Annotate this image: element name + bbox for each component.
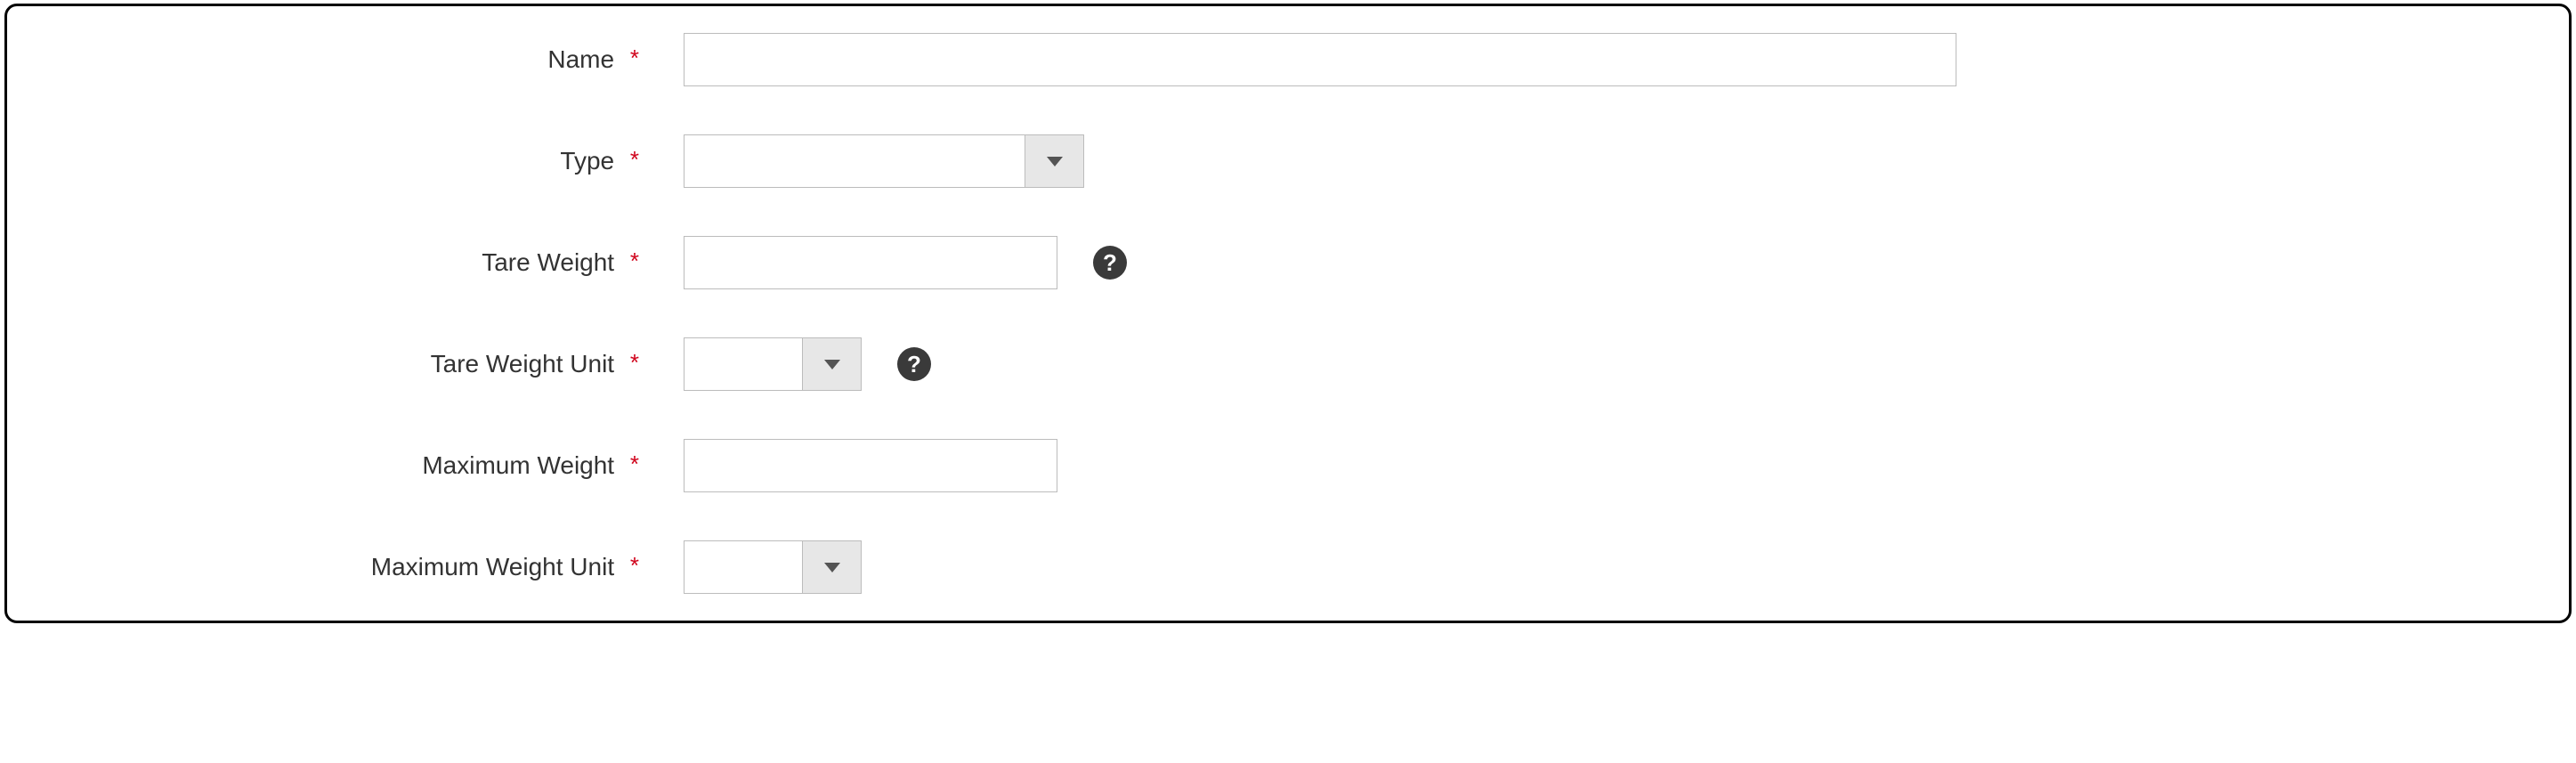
row-maximum-weight: Maximum Weight * <box>43 439 2533 492</box>
label-type-text: Type <box>560 147 614 175</box>
row-tare-weight-unit: Tare Weight Unit * ? <box>43 337 2533 391</box>
label-maximum-weight-unit-text: Maximum Weight Unit <box>371 553 614 580</box>
chevron-down-icon <box>824 360 840 369</box>
field-tare-weight: ? <box>684 236 2533 289</box>
row-tare-weight: Tare Weight * ? <box>43 236 2533 289</box>
field-tare-weight-unit: ? <box>684 337 2533 391</box>
label-maximum-weight: Maximum Weight * <box>43 451 684 480</box>
required-mark: * <box>630 552 639 579</box>
field-name <box>684 33 2533 86</box>
tare-weight-unit-select-toggle[interactable] <box>802 338 861 390</box>
tare-weight-input[interactable] <box>684 236 1057 289</box>
settings-panel: Name * Type * Tare Weight * <box>4 4 2572 623</box>
help-icon[interactable]: ? <box>897 347 931 381</box>
row-type: Type * <box>43 134 2533 188</box>
tare-weight-unit-select[interactable] <box>684 337 862 391</box>
required-mark: * <box>630 146 639 173</box>
label-tare-weight-unit: Tare Weight Unit * <box>43 350 684 378</box>
maximum-weight-unit-select-value[interactable] <box>685 541 802 593</box>
field-type <box>684 134 2533 188</box>
maximum-weight-unit-select-toggle[interactable] <box>802 541 861 593</box>
label-type: Type * <box>43 147 684 175</box>
tare-weight-unit-select-value[interactable] <box>685 338 802 390</box>
label-tare-weight-text: Tare Weight <box>482 248 614 276</box>
type-select[interactable] <box>684 134 1084 188</box>
label-tare-weight-unit-text: Tare Weight Unit <box>431 350 614 377</box>
label-maximum-weight-unit: Maximum Weight Unit * <box>43 553 684 581</box>
maximum-weight-input[interactable] <box>684 439 1057 492</box>
type-select-toggle[interactable] <box>1025 135 1083 187</box>
field-maximum-weight-unit <box>684 540 2533 594</box>
label-name-text: Name <box>547 45 614 73</box>
type-select-value[interactable] <box>685 135 1025 187</box>
help-icon[interactable]: ? <box>1093 246 1127 280</box>
name-input[interactable] <box>684 33 1956 86</box>
required-mark: * <box>630 349 639 376</box>
chevron-down-icon <box>1047 157 1063 166</box>
field-maximum-weight <box>684 439 2533 492</box>
row-maximum-weight-unit: Maximum Weight Unit * <box>43 540 2533 594</box>
required-mark: * <box>630 248 639 274</box>
row-name: Name * <box>43 33 2533 86</box>
label-name: Name * <box>43 45 684 74</box>
required-mark: * <box>630 45 639 71</box>
chevron-down-icon <box>824 563 840 572</box>
required-mark: * <box>630 450 639 477</box>
label-maximum-weight-text: Maximum Weight <box>422 451 614 479</box>
maximum-weight-unit-select[interactable] <box>684 540 862 594</box>
label-tare-weight: Tare Weight * <box>43 248 684 277</box>
